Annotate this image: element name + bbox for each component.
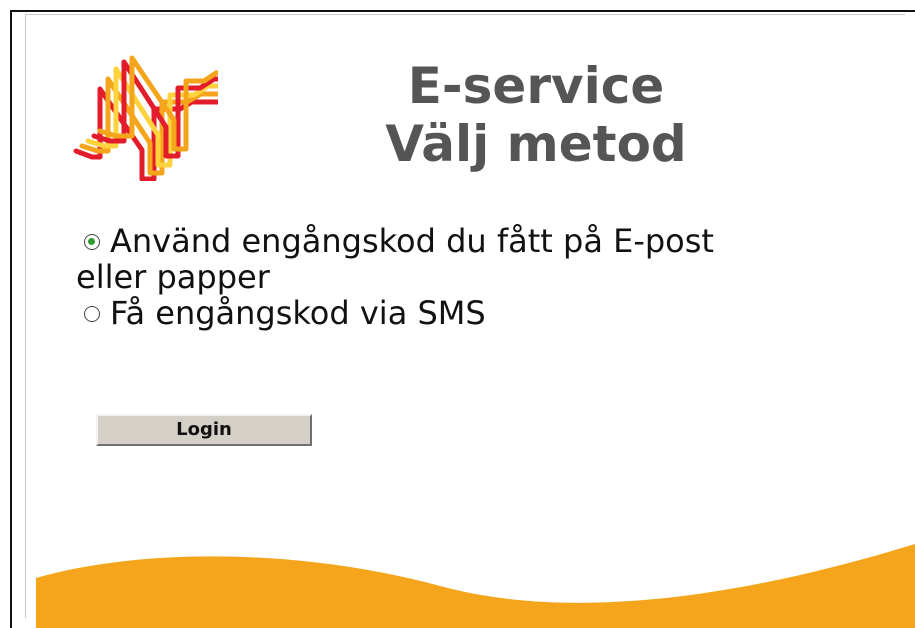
e-service-method-selection-screen: E-service Välj metod Använd engångskod d… <box>0 0 915 628</box>
title-line-method: Välj metod <box>385 115 687 173</box>
radio-selected-icon[interactable] <box>84 234 100 250</box>
n-logo-icon <box>73 55 218 181</box>
login-panel: E-service Välj metod Använd engångskod d… <box>25 14 905 618</box>
page-title: E-service Välj metod <box>356 57 716 173</box>
email-paper-code-option[interactable]: Använd engångskod du fått på E-post <box>76 223 905 259</box>
radio-unselected-icon[interactable] <box>84 306 100 322</box>
login-method-options: Använd engångskod du fått på E-post elle… <box>76 223 905 331</box>
login-button[interactable]: Login <box>96 414 312 446</box>
email-paper-code-label-continuation: eller papper <box>76 258 270 296</box>
sms-code-option[interactable]: Få engångskod via SMS <box>76 295 905 331</box>
sms-code-label: Få engångskod via SMS <box>110 294 486 332</box>
title-line-service: E-service <box>407 57 665 115</box>
email-paper-code-label: Använd engångskod du fått på E-post <box>110 222 714 260</box>
